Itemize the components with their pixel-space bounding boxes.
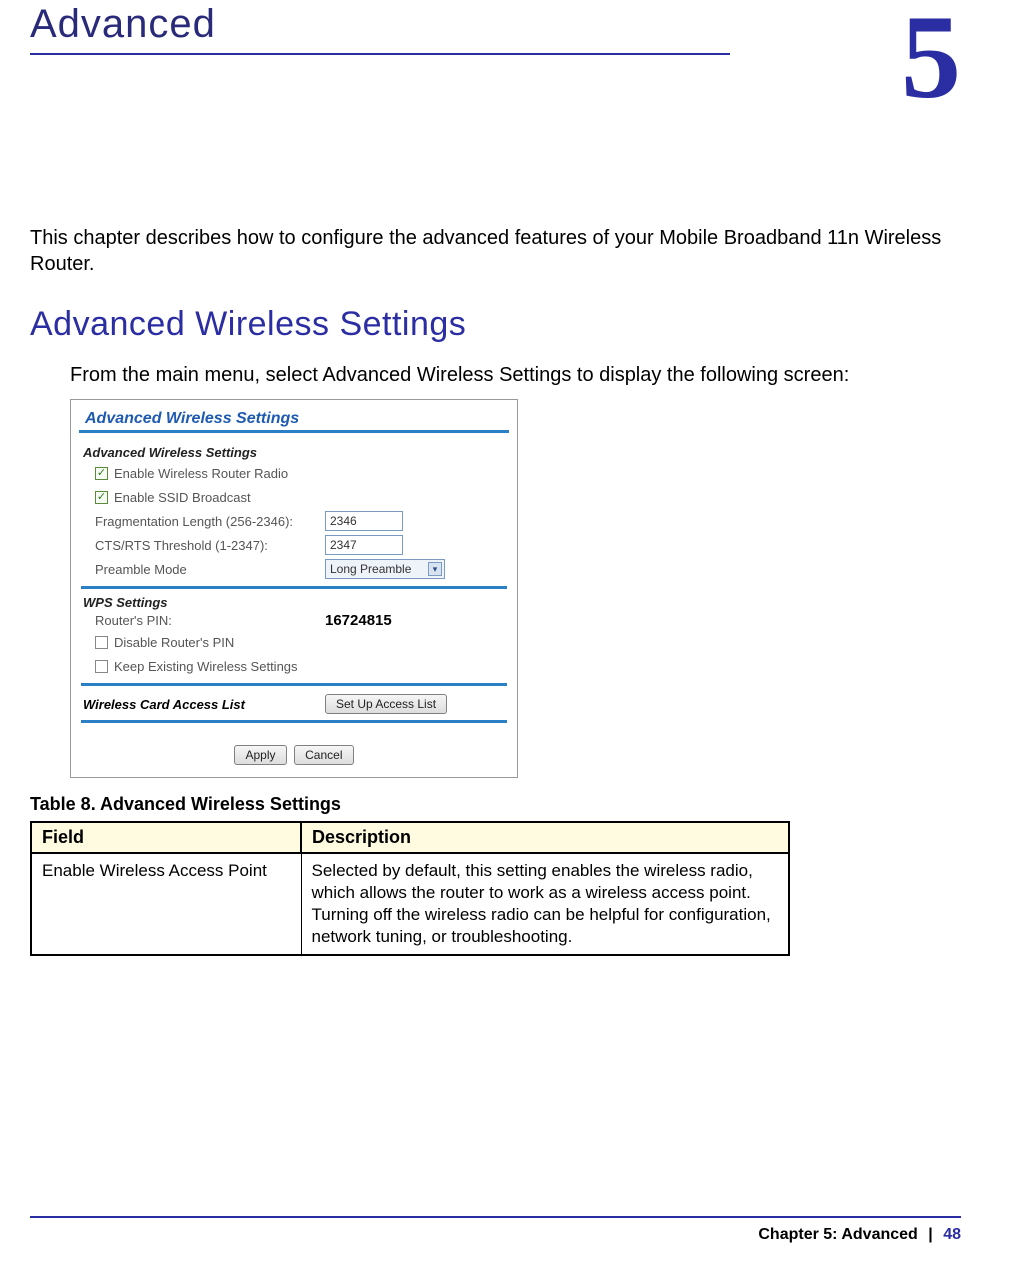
table-header-row: Field Description	[31, 822, 789, 853]
disable-pin-label: Disable Router's PIN	[114, 635, 344, 650]
setup-access-list-button[interactable]: Set Up Access List	[325, 694, 447, 714]
keep-settings-label: Keep Existing Wireless Settings	[114, 659, 344, 674]
screenshot-divider-2	[81, 683, 507, 686]
enable-ssid-checkbox[interactable]: ✓	[95, 491, 108, 504]
disable-pin-checkbox[interactable]: ✓	[95, 636, 108, 649]
screenshot-panel: Advanced Wireless Settings Advanced Wire…	[70, 399, 518, 778]
title-rule	[30, 53, 730, 55]
description-table: Field Description Enable Wireless Access…	[30, 821, 790, 956]
intro-paragraph: This chapter describes how to configure …	[30, 225, 981, 277]
footer-chapter: Chapter 5: Advanced	[758, 1226, 917, 1243]
chapter-number: 5	[901, 0, 961, 126]
acl-label: Wireless Card Access List	[83, 697, 325, 712]
router-pin-label: Router's PIN:	[95, 613, 325, 628]
table-caption: Table 8. Advanced Wireless Settings	[30, 794, 1011, 815]
preamble-select[interactable]: Long Preamble ▾	[325, 559, 445, 579]
preamble-value: Long Preamble	[330, 562, 411, 576]
fragmentation-input[interactable]	[325, 511, 403, 531]
fragmentation-row: Fragmentation Length (256-2346):	[95, 510, 515, 532]
th-description: Description	[301, 822, 789, 853]
fragmentation-label: Fragmentation Length (256-2346):	[95, 514, 325, 529]
enable-ssid-row: ✓ Enable SSID Broadcast	[95, 486, 515, 508]
wps-group-label: WPS Settings	[83, 595, 515, 610]
chevron-down-icon: ▾	[428, 562, 442, 576]
screenshot-divider-3	[81, 720, 507, 723]
cell-field: Enable Wireless Access Point	[31, 853, 301, 955]
cell-description: Selected by default, this setting enable…	[301, 853, 789, 955]
preamble-row: Preamble Mode Long Preamble ▾	[95, 558, 515, 580]
disable-pin-row: ✓ Disable Router's PIN	[95, 631, 515, 653]
screenshot-divider-1	[81, 586, 507, 589]
cts-input[interactable]	[325, 535, 403, 555]
acl-row: Wireless Card Access List Set Up Access …	[83, 694, 515, 714]
cts-label: CTS/RTS Threshold (1-2347):	[95, 538, 325, 553]
cts-row: CTS/RTS Threshold (1-2347):	[95, 534, 515, 556]
screenshot-title: Advanced Wireless Settings	[79, 404, 509, 433]
router-pin-value: 16724815	[325, 612, 392, 629]
enable-radio-row: ✓ Enable Wireless Router Radio	[95, 462, 515, 484]
aws-group-label: Advanced Wireless Settings	[83, 445, 515, 460]
keep-settings-row: ✓ Keep Existing Wireless Settings	[95, 655, 515, 677]
enable-ssid-label: Enable SSID Broadcast	[114, 490, 344, 505]
page-header: Advanced 5	[0, 2, 1011, 55]
chapter-title: Advanced	[30, 2, 981, 47]
preamble-label: Preamble Mode	[95, 562, 325, 577]
keep-settings-checkbox[interactable]: ✓	[95, 660, 108, 673]
enable-radio-label: Enable Wireless Router Radio	[114, 466, 344, 481]
footer-page-number: 48	[943, 1226, 961, 1243]
router-pin-row: Router's PIN: 16724815	[95, 612, 515, 629]
th-field: Field	[31, 822, 301, 853]
section-instruction: From the main menu, select Advanced Wire…	[70, 364, 981, 387]
screenshot-footer: Apply Cancel	[73, 729, 515, 775]
table-row: Enable Wireless Access Point Selected by…	[31, 853, 789, 955]
cancel-button[interactable]: Cancel	[294, 745, 353, 765]
apply-button[interactable]: Apply	[234, 745, 286, 765]
page-footer: Chapter 5: Advanced | 48	[30, 1216, 961, 1244]
section-title: Advanced Wireless Settings	[30, 305, 981, 344]
footer-separator: |	[928, 1226, 932, 1243]
enable-radio-checkbox[interactable]: ✓	[95, 467, 108, 480]
